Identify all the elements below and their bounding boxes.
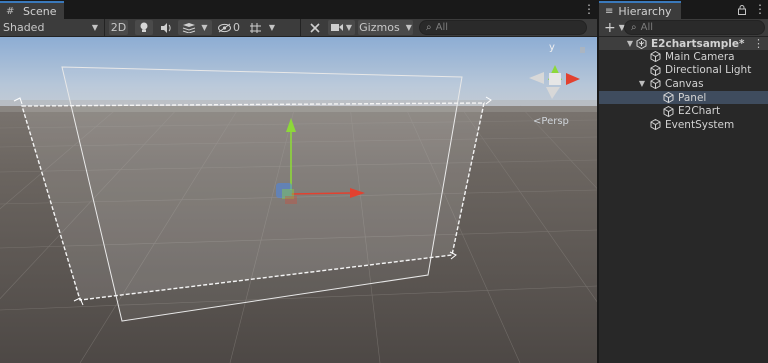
tab-hierarchy-label: Hierarchy	[618, 4, 672, 18]
toolbar-divider	[300, 19, 301, 36]
hierarchy-item-label: Main Camera	[665, 50, 735, 63]
gizmo-axis-label: y	[549, 42, 555, 53]
scene-search-input[interactable]: ⌕ All	[419, 20, 587, 35]
shading-mode-label: Shaded	[3, 21, 45, 34]
scene-tabbar: # Scene ⋮	[0, 0, 597, 19]
chevron-down-icon: ▼	[345, 23, 353, 32]
scene-toolbar: Shaded ▼ 2D ▼ 0 ▼ ▼ Gizmos ▼ ⌕ All	[0, 19, 597, 37]
hierarchy-panel: ≡ Hierarchy ⋮ + ▼ ⌕ All ▼ E2chartsample*…	[599, 0, 768, 363]
chevron-down-icon: ▼	[91, 23, 98, 32]
create-dropdown[interactable]: + ▼	[604, 19, 625, 36]
hierarchy-item-label: Panel	[678, 91, 707, 104]
chevron-down-icon: ▼	[201, 23, 208, 32]
scene-menu-icon[interactable]: ⋮	[583, 2, 595, 16]
scene-viewport[interactable]: y	[0, 37, 597, 363]
lock-icon[interactable]	[738, 5, 746, 15]
effects-dropdown[interactable]: ▼	[178, 20, 212, 35]
gizmos-dropdown[interactable]: Gizmos ▼	[358, 20, 413, 35]
hierarchy-item-panel[interactable]: Panel	[599, 90, 768, 105]
hierarchy-item-e2chart[interactable]: E2Chart	[599, 104, 768, 118]
hierarchy-item-directional-light[interactable]: Directional Light	[599, 64, 768, 78]
hierarchy-menu-icon[interactable]: ⋮	[754, 2, 766, 16]
scene-options-icon[interactable]: ⋮	[753, 37, 764, 50]
gameobject-cube-icon	[649, 51, 662, 63]
gameobject-cube-icon	[662, 92, 675, 104]
grid-icon: #	[6, 5, 15, 17]
scene-view-render	[0, 37, 597, 363]
gameobject-cube-icon	[662, 105, 675, 117]
hierarchy-search-placeholder: All	[640, 22, 654, 33]
hierarchy-item-eventsystem[interactable]: EventSystem	[599, 118, 768, 132]
hierarchy-toolbar: + ▼ ⌕ All	[599, 19, 768, 37]
tab-hierarchy[interactable]: ≡ Hierarchy	[599, 1, 681, 19]
hierarchy-item-main-camera[interactable]: Main Camera	[599, 50, 768, 64]
tab-scene[interactable]: # Scene	[0, 1, 64, 19]
speaker-icon	[161, 22, 171, 33]
scene-panel: # Scene ⋮ Shaded ▼ 2D ▼ 0 ▼ ▼ Gizmos ▼ ⌕…	[0, 0, 597, 363]
shading-mode-dropdown[interactable]: Shaded ▼	[3, 19, 101, 36]
search-icon: ⌕	[426, 22, 432, 33]
hierarchy-item-label: Directional Light	[665, 64, 752, 77]
lightbulb-icon	[140, 22, 148, 32]
hidden-objects-toggle[interactable]: 0	[216, 19, 242, 36]
video-camera-icon	[330, 24, 343, 31]
mode-2d-button[interactable]: 2D	[109, 20, 128, 35]
projection-label: Persp	[541, 116, 569, 127]
scene-search-placeholder: All	[435, 22, 449, 33]
tools-icon	[310, 22, 320, 33]
toolbar-divider	[104, 19, 105, 36]
hierarchy-tabbar: ≡ Hierarchy ⋮	[599, 0, 768, 19]
lighting-toggle-button[interactable]	[135, 20, 153, 35]
hierarchy-item-label: Canvas	[665, 77, 704, 90]
scene-name: E2chartsample*	[651, 37, 745, 50]
hierarchy-tree: ▼ E2chartsample* ⋮ Main Camera Direction…	[599, 37, 768, 132]
unity-scene-icon	[635, 38, 648, 49]
chevron-down-icon: ▼	[268, 23, 276, 32]
plus-icon: +	[604, 19, 616, 36]
expand-arrow-icon[interactable]: ▼	[625, 39, 635, 48]
camera-dropdown[interactable]: ▼	[328, 20, 355, 35]
layers-icon	[183, 23, 196, 33]
expand-arrow-icon[interactable]: ▼	[637, 79, 647, 88]
list-icon: ≡	[605, 5, 614, 17]
audio-toggle-button[interactable]	[157, 19, 175, 36]
search-icon: ⌕	[631, 22, 637, 33]
gizmos-label: Gizmos	[359, 21, 400, 34]
grid-snap-dropdown[interactable]: ▼	[245, 19, 279, 36]
hierarchy-item-canvas[interactable]: ▼ Canvas	[599, 77, 768, 91]
gameobject-cube-icon	[649, 64, 662, 76]
tab-scene-label: Scene	[23, 4, 57, 18]
projection-toggle[interactable]: <Persp	[533, 116, 569, 127]
gameobject-cube-icon	[649, 119, 662, 131]
eye-slash-icon	[218, 23, 231, 32]
scene-root-row[interactable]: ▼ E2chartsample* ⋮	[599, 37, 768, 50]
tools-button[interactable]	[306, 19, 324, 36]
grid-icon	[249, 22, 261, 33]
hierarchy-item-label: EventSystem	[665, 118, 735, 131]
chevron-down-icon: ▼	[405, 23, 412, 32]
gameobject-cube-icon	[649, 78, 662, 90]
hierarchy-search-input[interactable]: ⌕ All	[624, 20, 765, 35]
hierarchy-item-label: E2Chart	[678, 105, 721, 118]
hidden-count: 0	[233, 21, 240, 34]
